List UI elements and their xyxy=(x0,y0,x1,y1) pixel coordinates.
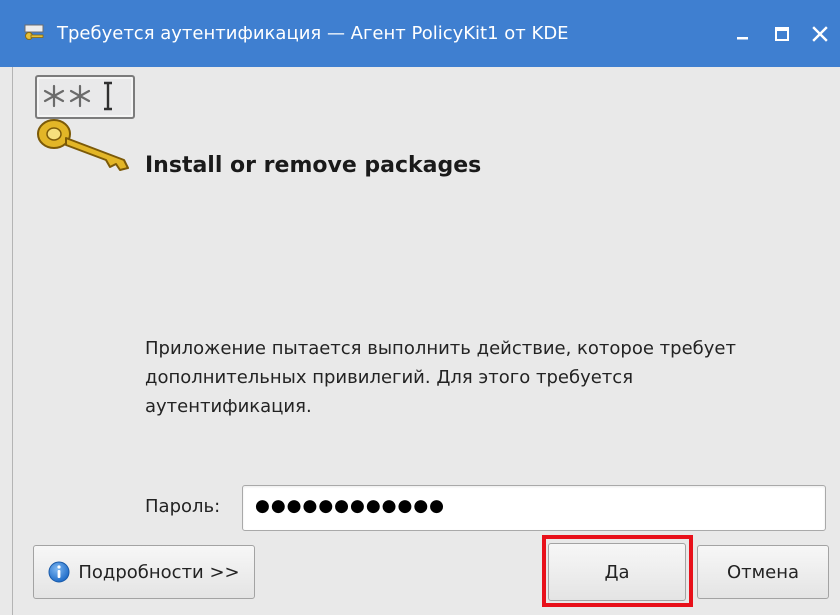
info-icon xyxy=(48,561,70,583)
title-bar[interactable]: Требуется аутентификация — Агент PolicyK… xyxy=(0,0,840,67)
auth-dialog-window: Требуется аутентификация — Агент PolicyK… xyxy=(0,0,840,615)
cancel-button-label: Отмена xyxy=(726,561,800,583)
details-button-label: Подробности >> xyxy=(78,561,240,583)
window-title: Требуется аутентификация — Агент PolicyK… xyxy=(57,23,569,44)
maximize-icon[interactable] xyxy=(770,22,794,46)
ok-button-label: Да xyxy=(604,561,630,583)
minimize-icon[interactable] xyxy=(731,22,755,46)
password-field[interactable] xyxy=(242,485,826,531)
cancel-button[interactable]: Отмена xyxy=(697,545,829,599)
password-label: Пароль: xyxy=(145,496,221,517)
ok-button[interactable]: Да xyxy=(548,543,686,601)
keys-icon xyxy=(35,75,135,171)
dialog-message: Приложение пытается выполнить действие, … xyxy=(145,338,736,417)
keys-small-icon xyxy=(24,24,44,40)
dialog-heading: Install or remove packages xyxy=(145,153,482,178)
details-button[interactable]: Подробности >> xyxy=(33,545,255,599)
close-icon[interactable] xyxy=(808,22,832,46)
